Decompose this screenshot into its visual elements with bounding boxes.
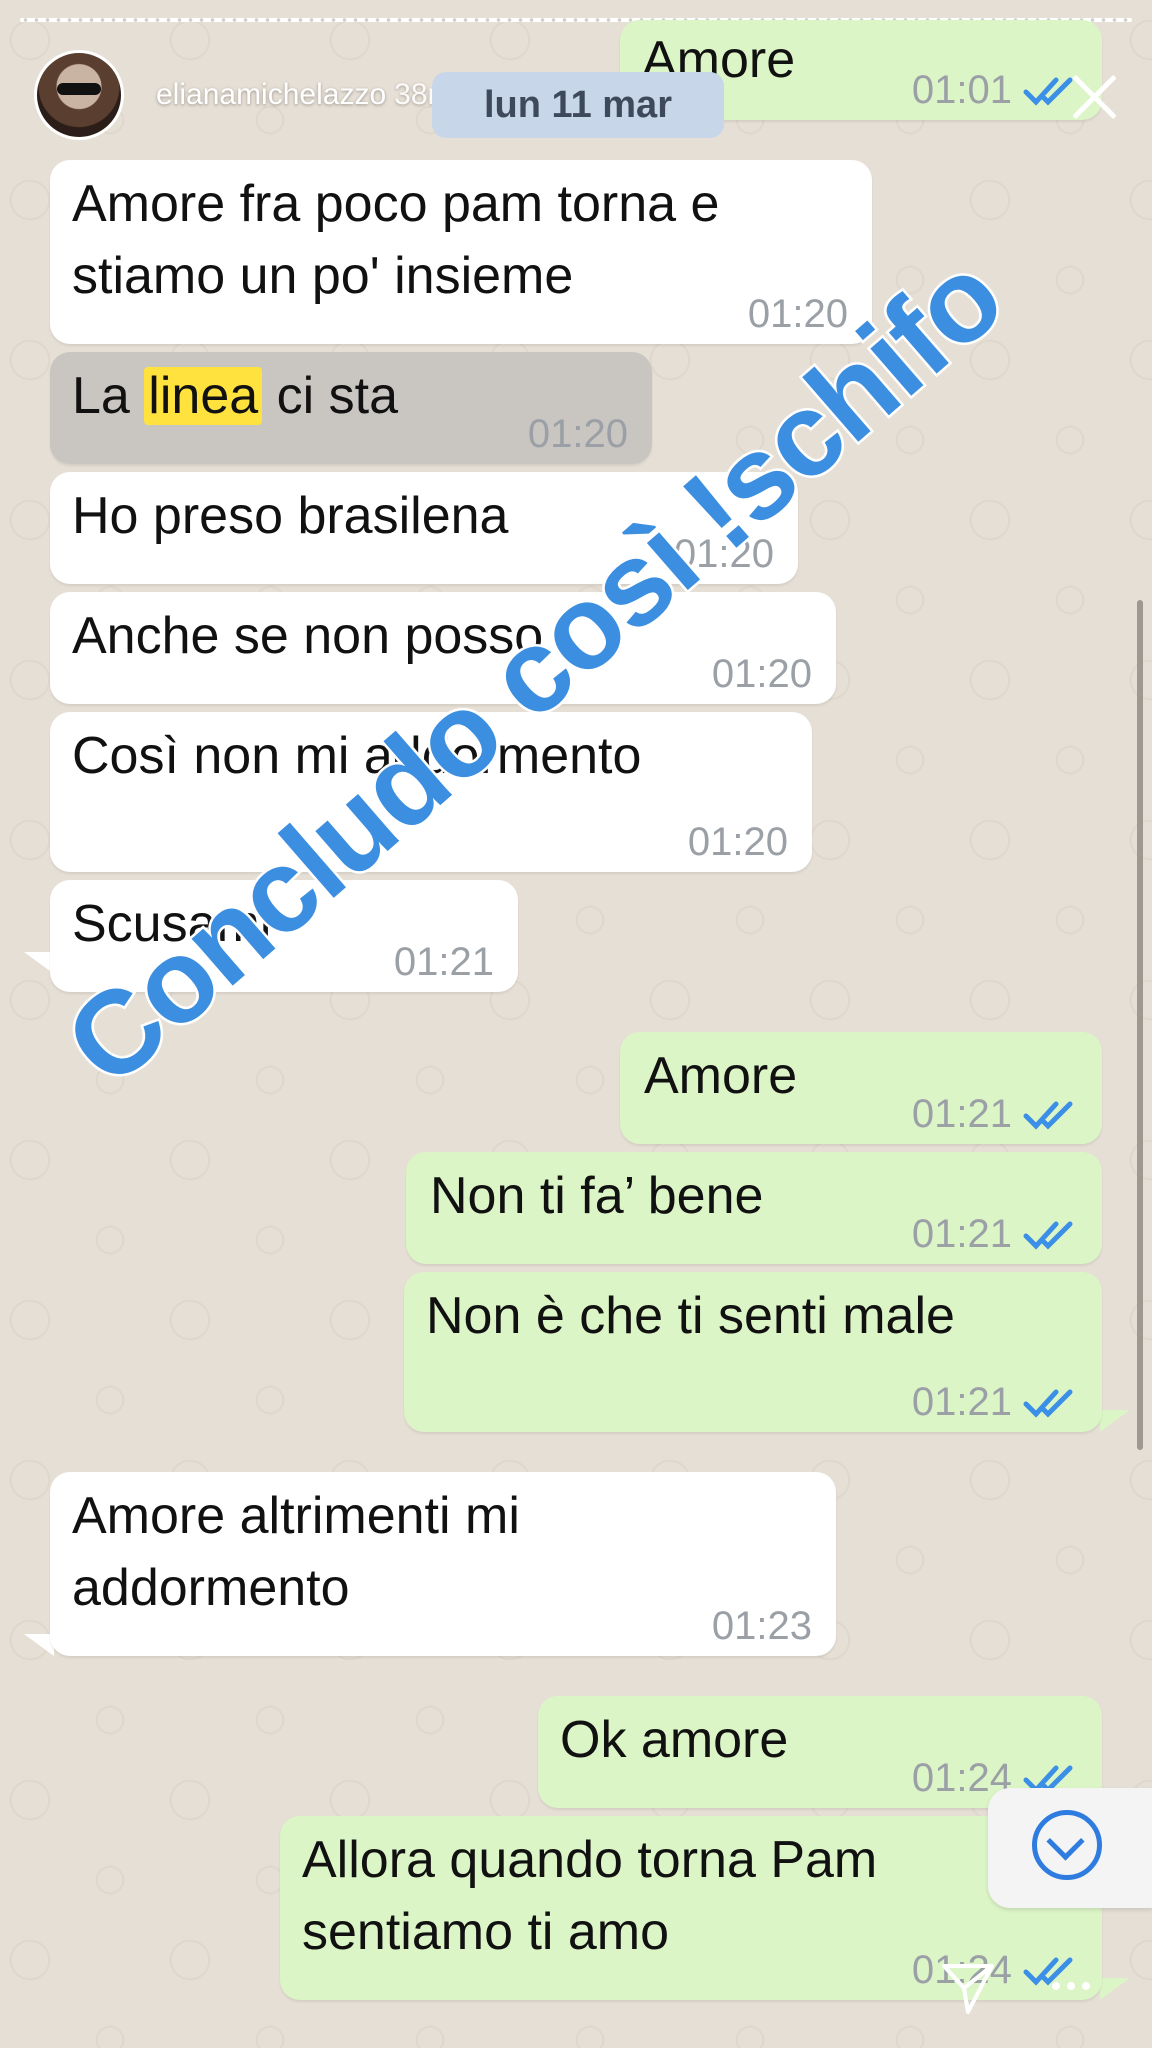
double-check-icon xyxy=(1023,1221,1073,1250)
message-outgoing: Non è che ti senti male 01:21 xyxy=(404,1272,1102,1432)
message-time: 01:20 xyxy=(527,412,628,456)
close-icon[interactable] xyxy=(1068,70,1122,124)
message-text: Allora quando torna Pam sentiamo ti amo xyxy=(302,1831,878,1961)
message-time: 01:20 xyxy=(687,820,788,864)
highlighted-word: linea xyxy=(144,367,263,425)
message-incoming-selected: La linea ci sta 01:20 xyxy=(50,352,652,464)
message-time: 01:01 xyxy=(911,68,1012,112)
scrollbar[interactable] xyxy=(1137,600,1143,1450)
more-icon[interactable] xyxy=(1052,1978,1092,1994)
message-time: 01:21 xyxy=(911,1092,1012,1136)
text-part: La xyxy=(72,367,145,425)
text-part: ci sta xyxy=(262,367,398,425)
double-check-icon xyxy=(1023,1101,1073,1130)
username-text: elianamichelazzo xyxy=(156,78,387,111)
message-time: 01:23 xyxy=(711,1604,812,1648)
send-icon[interactable] xyxy=(938,1958,998,2018)
double-check-icon xyxy=(1023,1389,1073,1418)
message-time: 01:21 xyxy=(911,1212,1012,1256)
avatar[interactable] xyxy=(34,50,124,140)
bubble-tail xyxy=(1100,1410,1130,1432)
date-pill: lun 11 mar xyxy=(432,72,724,138)
bubble-tail xyxy=(1100,1978,1130,2000)
message-outgoing: Amore 01:21 xyxy=(620,1032,1102,1144)
story-username[interactable]: elianamichelazzo 38m xyxy=(156,78,453,112)
message-text: Non è che ti senti male xyxy=(426,1287,955,1345)
message-time: 01:21 xyxy=(393,940,494,984)
message-time: 01:21 xyxy=(911,1380,1012,1424)
message-outgoing: Non ti fa’ bene 01:21 xyxy=(406,1152,1102,1264)
message-incoming: Amore fra poco pam torna e stiamo un po'… xyxy=(50,160,872,344)
scroll-to-bottom-button[interactable] xyxy=(988,1788,1152,1908)
message-incoming: Amore altrimenti mi addormento 01:23 xyxy=(50,1472,836,1656)
message-text: Amore altrimenti mi addormento xyxy=(72,1487,520,1617)
message-text: Amore xyxy=(644,1047,798,1105)
message-time: 01:20 xyxy=(711,652,812,696)
message-text: Amore fra poco pam torna e stiamo un po'… xyxy=(72,175,720,305)
